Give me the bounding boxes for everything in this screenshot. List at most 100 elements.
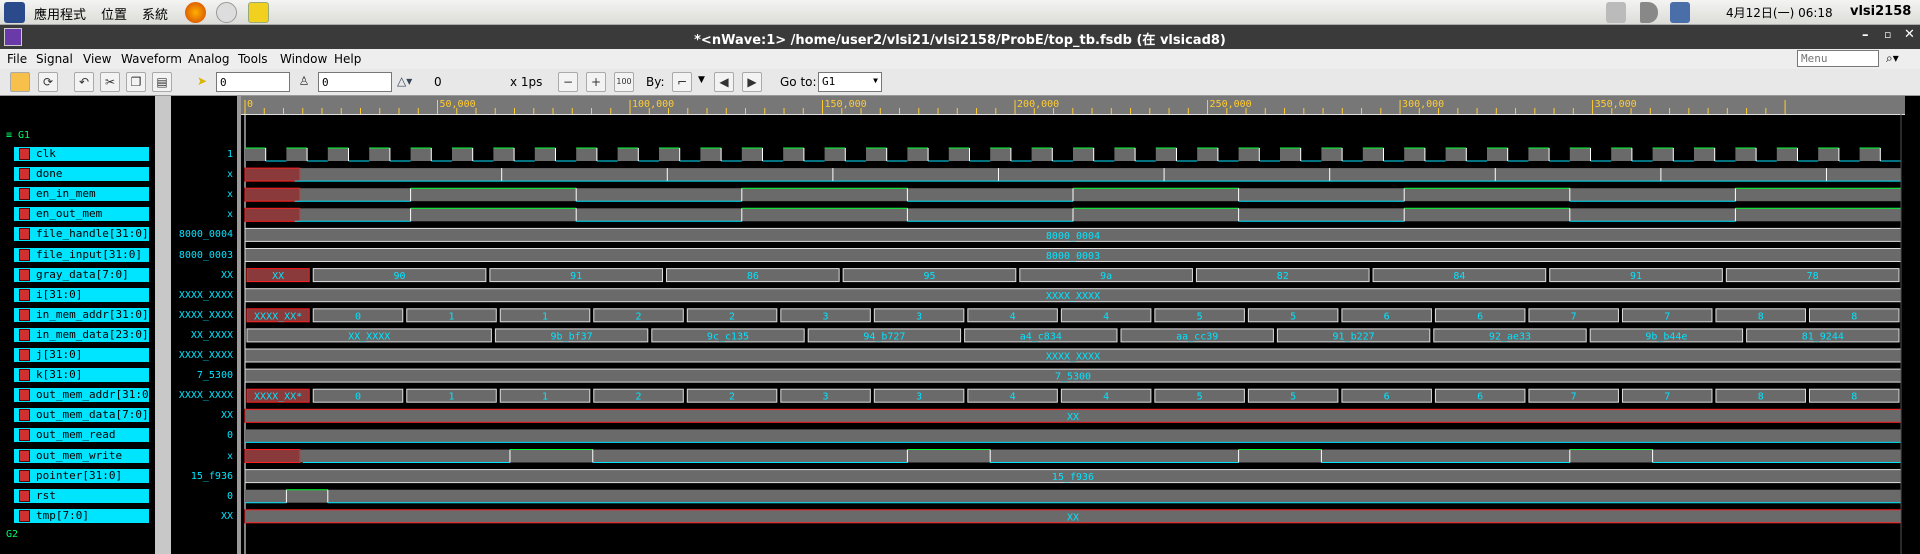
cursor-icon[interactable]: ➤ xyxy=(192,72,212,92)
reload-icon[interactable]: ⟳ xyxy=(38,72,58,92)
volume-icon[interactable] xyxy=(1640,2,1658,23)
maximize-icon[interactable]: ▫ xyxy=(1884,28,1891,41)
signal-background xyxy=(245,489,1901,503)
clock-high-segment xyxy=(617,148,639,161)
signal-row-rst[interactable]: rst xyxy=(14,488,149,503)
bus-value-label: 5 xyxy=(1197,392,1203,403)
signal-row-pointer[interactable]: pointer[31:0] xyxy=(14,468,149,483)
edge-dropdown-icon[interactable]: ▼ xyxy=(698,75,705,85)
clock[interactable]: 4月12日(一) 06:18 xyxy=(1726,4,1833,21)
signal-row-gray_data[interactable]: gray_data[7:0] xyxy=(14,267,149,282)
bus-value-label: 0 xyxy=(355,392,361,403)
signal-row-file_handle[interactable]: file_handle[31:0] xyxy=(14,227,149,242)
menu-view[interactable]: View xyxy=(83,52,111,66)
signal-row-j[interactable]: j[31:0] xyxy=(14,348,149,362)
signal-row-i[interactable]: i[31:0] xyxy=(14,287,149,302)
network-icon[interactable] xyxy=(1606,2,1626,23)
signal-row-file_input[interactable]: file_input[31:0] xyxy=(14,247,149,262)
signal-value: XXXX_XXXX xyxy=(178,350,233,361)
bus-value-label: 7 xyxy=(1664,392,1670,403)
goto-select[interactable]: G1 ▼ xyxy=(818,72,882,92)
signal-row-k[interactable]: k[31:0] xyxy=(14,368,149,383)
menu-analog[interactable]: Analog xyxy=(188,52,229,66)
menu-help[interactable]: Help xyxy=(334,52,361,66)
signal-row-out_mem_write[interactable]: out_mem_write xyxy=(14,448,149,463)
signal-row-in_mem_addr[interactable]: in_mem_addr[31:0] xyxy=(14,307,149,322)
clock-high-segment xyxy=(1859,148,1881,161)
bus-value-label: 91_b227 xyxy=(1333,331,1375,342)
signal-name-pane: ≡ G1 clk done en_in_mem en_out_mem file_handl… xyxy=(0,96,155,554)
signal-row-tmp[interactable]: tmp[7:0] xyxy=(14,508,149,523)
menu-search-input[interactable] xyxy=(1797,50,1879,67)
clock-high-segment xyxy=(1280,148,1301,161)
bus-icon xyxy=(19,409,30,422)
menu-tools[interactable]: Tools xyxy=(238,52,268,66)
time-unit: x 1ps xyxy=(510,75,543,89)
signal-value: XX xyxy=(220,510,233,522)
bus-value-label: 3 xyxy=(823,392,829,403)
bus-value-label: 4 xyxy=(1103,311,1109,322)
copy-icon[interactable]: ❐ xyxy=(126,72,146,92)
signal-row-en_out_mem[interactable]: en_out_mem xyxy=(14,207,149,222)
clock-high-segment xyxy=(1735,148,1757,161)
zoom-in-icon[interactable]: + xyxy=(586,72,606,92)
signal-row-in_mem_data[interactable]: in_mem_data[23:0] xyxy=(14,327,149,342)
cut-icon[interactable]: ✂ xyxy=(100,72,120,92)
search-icon[interactable]: ⌕▾ xyxy=(1886,51,1899,66)
clock-high-segment xyxy=(990,148,1011,161)
gnome-foot-icon[interactable] xyxy=(4,2,25,23)
window-titlebar[interactable]: *<nWave:1> /home/user2/vlsi21/vlsi2158/P… xyxy=(0,25,1920,49)
toolbar: ⟳ ↶ ✂ ❐ ▤ ➤ ♙ △▾ 0 x 1ps − + 100 By: ⌐ ▼… xyxy=(0,69,1920,96)
bus-value-label: 7 xyxy=(1571,392,1577,403)
signal-name: pointer[31:0] xyxy=(36,468,123,482)
firefox-icon[interactable] xyxy=(185,2,206,23)
bus-value-label: 6 xyxy=(1477,311,1483,322)
menu-file[interactable]: File xyxy=(7,52,27,66)
open-icon[interactable] xyxy=(10,72,30,92)
waveform-pane[interactable]: 0 50,000 100,000 150,000 200,000 250,000 300,0… xyxy=(241,96,1905,554)
signal-row-clk[interactable]: clk xyxy=(14,147,149,161)
signal-name: out_mem_addr[31:0] xyxy=(36,388,156,402)
desktop-panel: 應用程式 位置 系統 4月12日(一) 06:18 vlsi2158 xyxy=(0,0,1920,25)
clock-high-segment xyxy=(534,148,556,161)
cursor-time-input[interactable] xyxy=(216,72,290,92)
close-icon[interactable]: ✕ xyxy=(1904,27,1915,42)
clock-high-segment xyxy=(369,148,390,161)
applications-menu[interactable]: 應用程式 xyxy=(34,4,86,23)
marker-time-input[interactable] xyxy=(318,72,392,92)
zoom-fit-icon[interactable]: 100 xyxy=(614,72,634,92)
signal-row-out_mem_data[interactable]: out_mem_data[7:0] xyxy=(14,408,149,423)
next-edge-icon[interactable]: ▶ xyxy=(742,72,762,92)
signal-row-done[interactable]: done xyxy=(14,167,149,182)
pane-scrollbar[interactable] xyxy=(155,96,171,554)
places-menu[interactable]: 位置 xyxy=(101,4,127,23)
signal-row-out_mem_read[interactable]: out_mem_read xyxy=(14,428,149,443)
display-icon[interactable] xyxy=(1670,2,1690,23)
menu-signal[interactable]: Signal xyxy=(36,52,73,66)
bus-value-label: 92_ae33 xyxy=(1489,331,1531,342)
paste-icon[interactable]: ▤ xyxy=(152,72,172,92)
menu-window[interactable]: Window xyxy=(280,52,327,66)
bus-value-label: 1 xyxy=(448,392,454,403)
bus-icon xyxy=(19,228,30,241)
user-name[interactable]: vlsi2158 xyxy=(1850,4,1911,19)
minimize-icon[interactable]: – xyxy=(1862,28,1869,43)
edge-type-icon[interactable]: ⌐ xyxy=(672,72,692,92)
mail-icon[interactable] xyxy=(216,2,237,23)
marker-icon[interactable]: ♙ xyxy=(294,72,314,92)
undo-icon[interactable]: ↶ xyxy=(74,72,94,92)
bus-value-label: 8 xyxy=(1851,392,1857,403)
ruler-label: 50,000 xyxy=(440,99,476,110)
system-menu[interactable]: 系統 xyxy=(142,4,168,23)
menu-waveform[interactable]: Waveform xyxy=(121,52,182,66)
group-g2[interactable]: G2 xyxy=(6,529,18,540)
zoom-out-icon[interactable]: − xyxy=(558,72,578,92)
notes-icon[interactable] xyxy=(248,2,269,23)
group-g1[interactable]: ≡ G1 xyxy=(6,130,30,141)
bus-value-label: 78 xyxy=(1807,271,1819,282)
signal-value: XXXX_XXXX xyxy=(178,390,233,402)
bus-icon xyxy=(19,288,30,301)
signal-row-out_mem_addr[interactable]: out_mem_addr[31:0] xyxy=(14,388,155,403)
signal-row-en_in_mem[interactable]: en_in_mem xyxy=(14,187,149,202)
prev-edge-icon[interactable]: ◀ xyxy=(714,72,734,92)
